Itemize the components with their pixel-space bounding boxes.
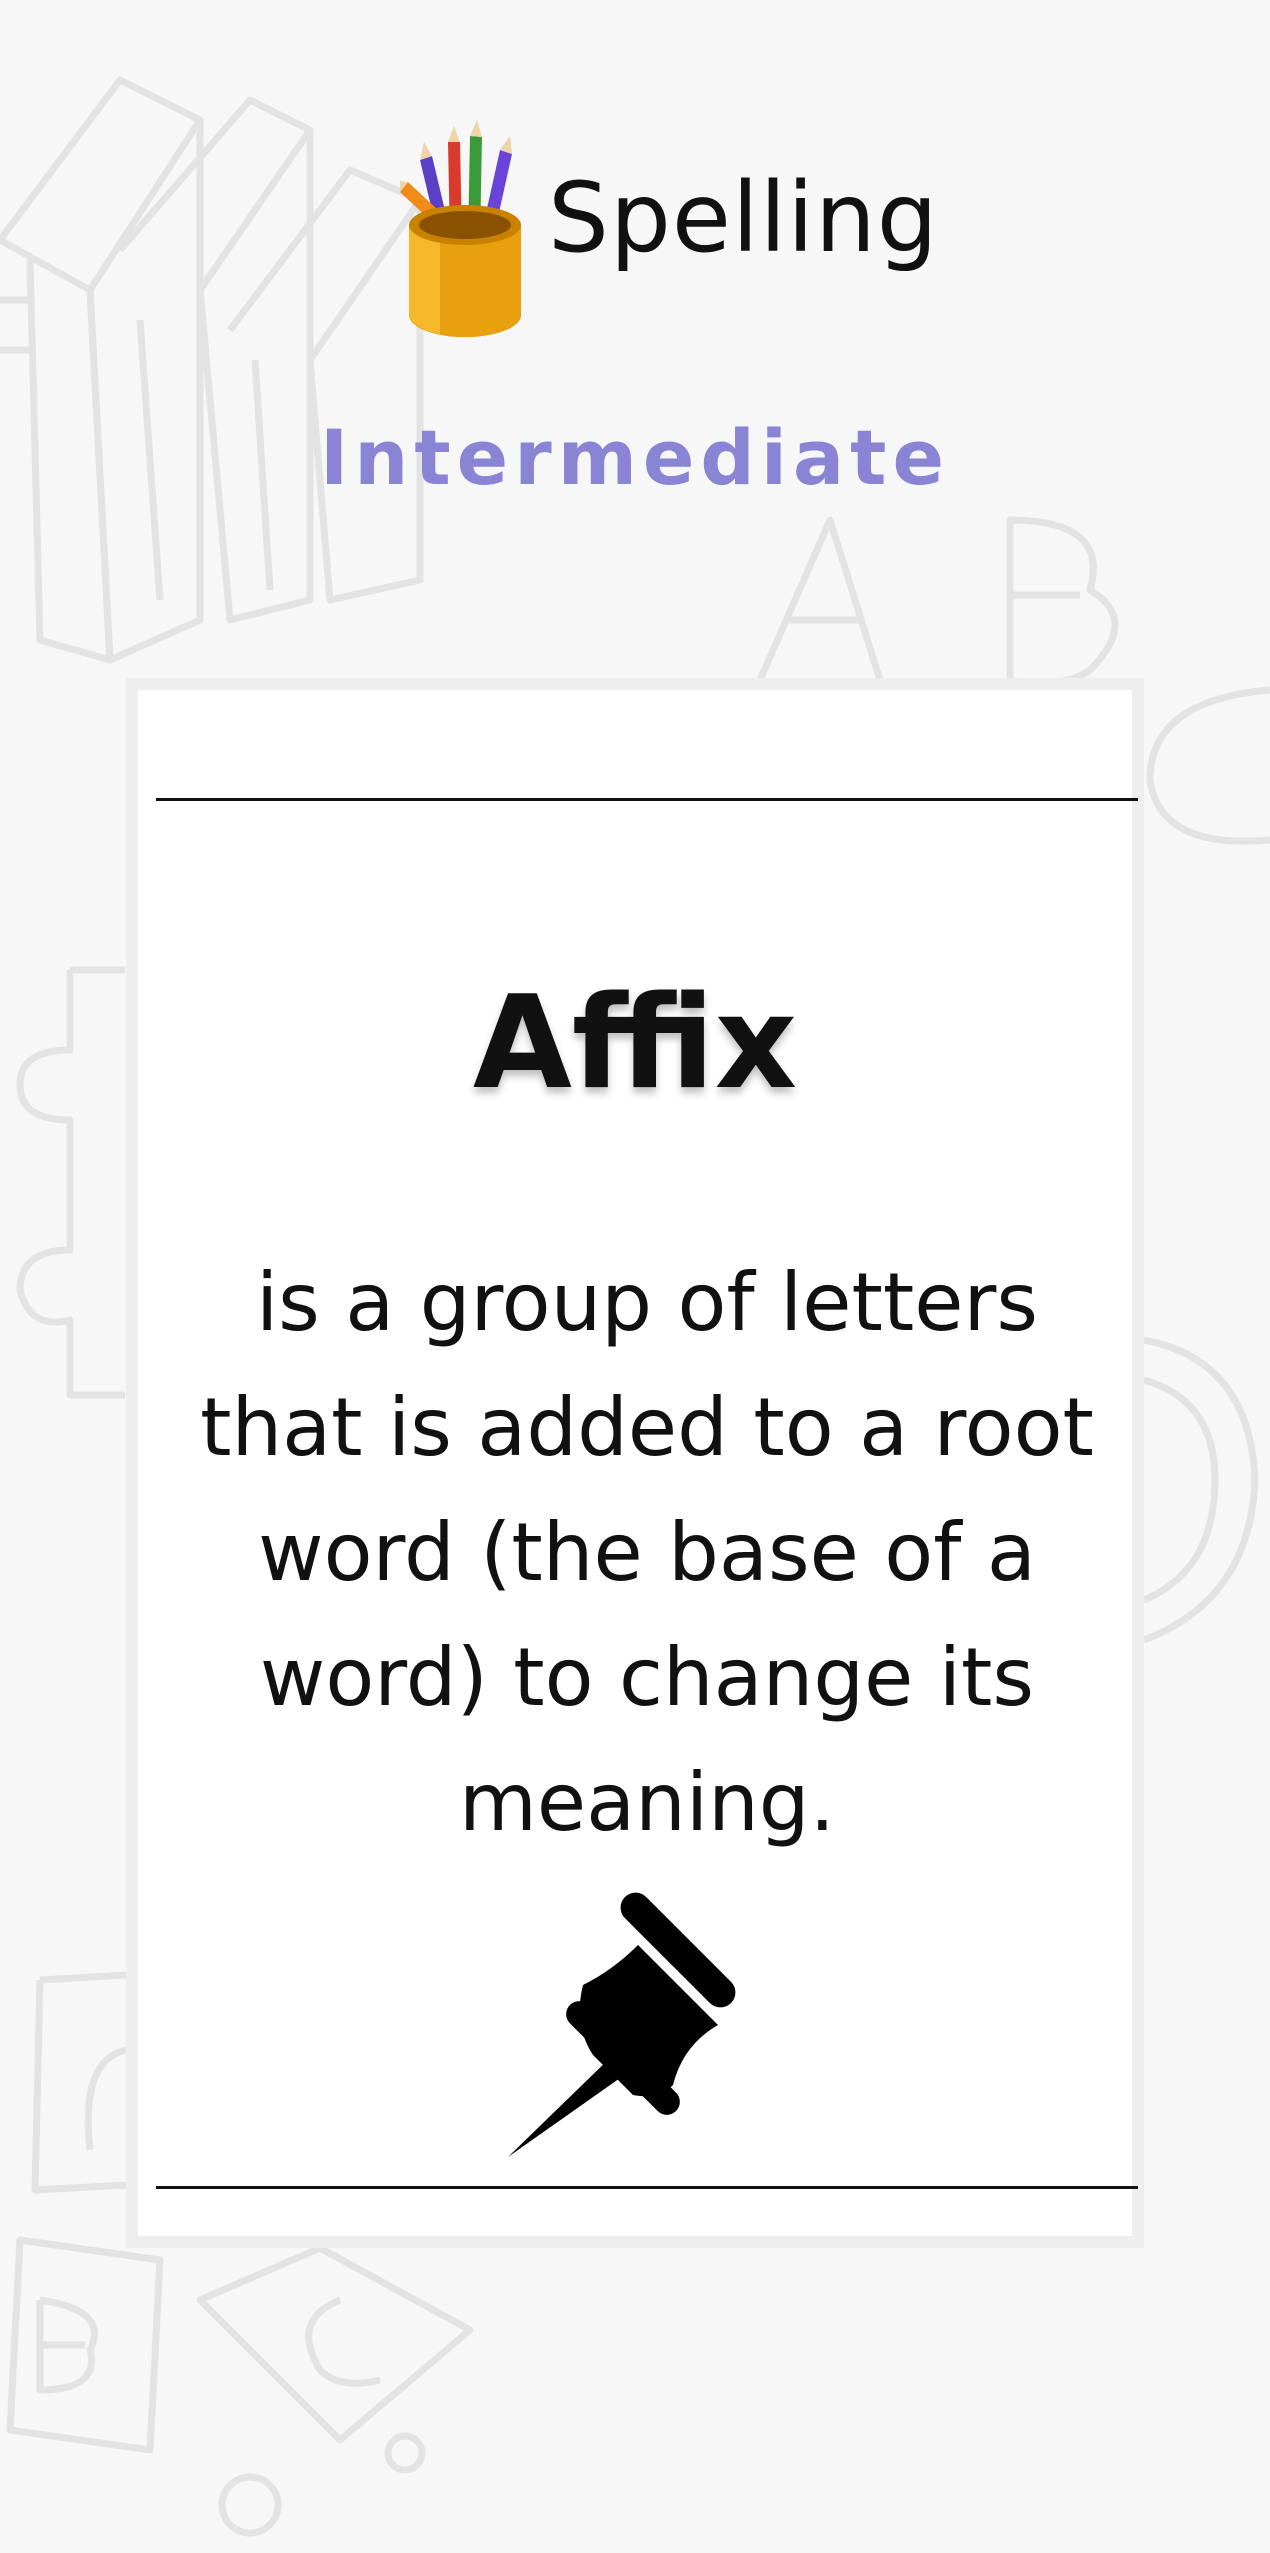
letters-ab-doodle-icon [756, 516, 1119, 687]
puzzle-doodle-icon [16, 966, 125, 1399]
top-divider [156, 798, 1138, 801]
word-definition: is a group of letters that is added to a… [200, 1256, 1094, 1849]
flashcard: Affix is a group of letters that is adde… [126, 678, 1144, 2248]
pencil-cup-icon [400, 120, 521, 337]
level-label: Intermediate [319, 413, 951, 502]
ring-doodle-icon [1142, 1336, 1259, 1644]
bottom-divider [156, 2186, 1138, 2189]
vocabulary-word: Affix [472, 969, 798, 1118]
pushpin-icon [508, 1892, 736, 2157]
app-title: Spelling [548, 162, 939, 274]
letter-c-doodle-icon [1146, 686, 1270, 845]
header: Spelling [0, 120, 1270, 340]
